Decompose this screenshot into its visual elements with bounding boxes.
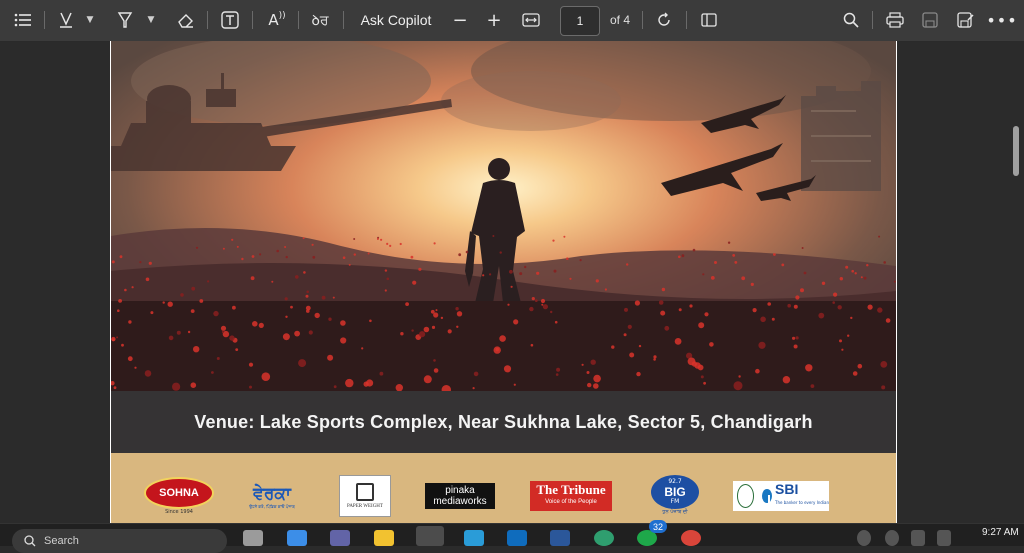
store-icon[interactable] xyxy=(464,530,484,546)
verka-logo: ਵੇਰਕਾ ਉਹਨੇ ਕਰੋ, ਪਿੰਡਿਕ ਕਾਂਓ ਪੰਜਾਬ xyxy=(239,477,305,515)
edge-icon-active[interactable] xyxy=(416,526,444,546)
windows-taskbar: Search 32 9:27 AM xyxy=(0,520,1024,553)
pinaka-line2: mediaworks xyxy=(433,496,487,507)
contents-icon[interactable] xyxy=(12,8,34,32)
paper-weight-logo: PAPER WEIGHT xyxy=(339,475,391,517)
venue-text: Venue: Lake Sports Complex, Near Sukhna … xyxy=(194,411,813,432)
separator xyxy=(298,11,299,29)
taskbar-search-text: Search xyxy=(44,535,79,547)
sohna-tag: Since 1994 xyxy=(165,509,193,515)
highlight-icon[interactable] xyxy=(114,8,136,32)
tribune-name: The Tribune xyxy=(536,482,606,497)
chevron-down-icon[interactable]: ▼ xyxy=(84,8,96,32)
separator xyxy=(207,11,208,29)
tribune-tag: Voice of the People xyxy=(545,499,597,505)
separator xyxy=(343,11,344,29)
eraser-icon[interactable] xyxy=(175,8,197,32)
scrollbar-thumb[interactable] xyxy=(1013,126,1019,176)
separator xyxy=(872,11,873,29)
sbi-logo: SBI The banker to every Indian xyxy=(733,481,829,511)
sbi-keyhole-icon xyxy=(762,489,772,503)
volume-icon[interactable] xyxy=(911,530,925,546)
separator xyxy=(686,11,687,29)
sohna-name: SOHNA xyxy=(144,477,214,509)
more-icon[interactable]: ••• xyxy=(986,8,1016,32)
word-icon[interactable] xyxy=(550,530,570,546)
sbi-tag: The banker to every Indian xyxy=(775,500,829,505)
ask-copilot-button[interactable]: Ask Copilot xyxy=(357,8,435,32)
verka-tag: ਉਹਨੇ ਕਰੋ, ਪਿੰਡਿਕ ਕਾਂਓ ਪੰਜਾਬ xyxy=(249,503,295,509)
teams-icon[interactable] xyxy=(330,530,350,546)
bigfm-logo: 92.7 BIG FM ਧੁਨ ਪੰਜਾਬ ਦੀ xyxy=(648,473,702,517)
outlook-icon[interactable] xyxy=(507,530,527,546)
bigfm-name: BIG xyxy=(664,485,686,499)
rotate-icon[interactable] xyxy=(653,8,675,32)
page-count: of 4 xyxy=(610,13,631,27)
save-icon[interactable] xyxy=(919,8,941,32)
maps-icon[interactable] xyxy=(594,530,614,546)
pinaka-line1: pinaka xyxy=(445,485,475,496)
system-tray-icon[interactable] xyxy=(857,530,871,546)
separator xyxy=(44,11,45,29)
text-box-icon[interactable] xyxy=(219,8,241,32)
separator xyxy=(642,11,643,29)
bigfm-tag: ਧੁਨ ਪੰਜਾਬ ਦੀ xyxy=(662,509,688,515)
battery-icon[interactable] xyxy=(937,530,951,546)
search-icon xyxy=(24,535,36,547)
bigfm-sub: FM xyxy=(670,498,680,505)
save-as-icon[interactable] xyxy=(955,8,977,32)
file-icon[interactable] xyxy=(243,530,263,546)
sbi-name: SBI xyxy=(775,481,799,497)
pdf-page: Venue: Lake Sports Complex, Near Sukhna … xyxy=(110,41,897,523)
copilot-icon[interactable] xyxy=(287,530,307,546)
chrome-icon[interactable] xyxy=(681,530,701,546)
file-explorer-icon[interactable] xyxy=(374,530,394,546)
verka-name: ਵੇਰਕਾ xyxy=(253,483,291,504)
ashoka-emblem-icon xyxy=(737,484,755,508)
print-icon[interactable] xyxy=(884,8,906,32)
zoom-in-icon[interactable]: + xyxy=(484,8,504,32)
vertical-scrollbar[interactable] xyxy=(1010,41,1024,523)
read-aloud-icon[interactable]: A)) xyxy=(265,8,289,32)
paper-weight-name: PAPER WEIGHT xyxy=(347,504,383,509)
page-view-icon[interactable] xyxy=(698,8,720,32)
page-number-input[interactable]: 1 xyxy=(560,6,600,36)
draw-icon[interactable] xyxy=(55,8,77,32)
search-icon[interactable] xyxy=(840,8,862,32)
tribune-logo: The Tribune Voice of the People xyxy=(530,481,612,511)
network-icon[interactable] xyxy=(885,530,899,546)
sponsor-strip: SOHNA Since 1994 ਵੇਰਕਾ ਉਹਨੇ ਕਰੋ, ਪਿੰਡਿਕ … xyxy=(111,453,896,523)
translate-icon[interactable]: ꝺਰ xyxy=(307,8,333,32)
notification-badge: 32 xyxy=(649,520,667,533)
pinaka-logo: pinaka mediaworks xyxy=(425,483,495,509)
venue-banner: Venue: Lake Sports Complex, Near Sukhna … xyxy=(111,391,896,453)
taskbar-search-box[interactable]: Search xyxy=(12,529,227,553)
clock-time[interactable]: 9:27 AM xyxy=(982,527,1019,538)
poster-image xyxy=(111,41,896,391)
chevron-down-icon[interactable]: ▼ xyxy=(145,8,157,32)
pdf-toolbar: ▼ ▼ A)) ꝺਰ Ask Copilot − + 1 of 4 ••• xyxy=(0,0,1024,42)
fit-width-icon[interactable] xyxy=(520,8,542,32)
separator xyxy=(252,11,253,29)
zoom-out-icon[interactable]: − xyxy=(450,8,470,32)
sohna-logo: SOHNA Since 1994 xyxy=(144,477,214,515)
